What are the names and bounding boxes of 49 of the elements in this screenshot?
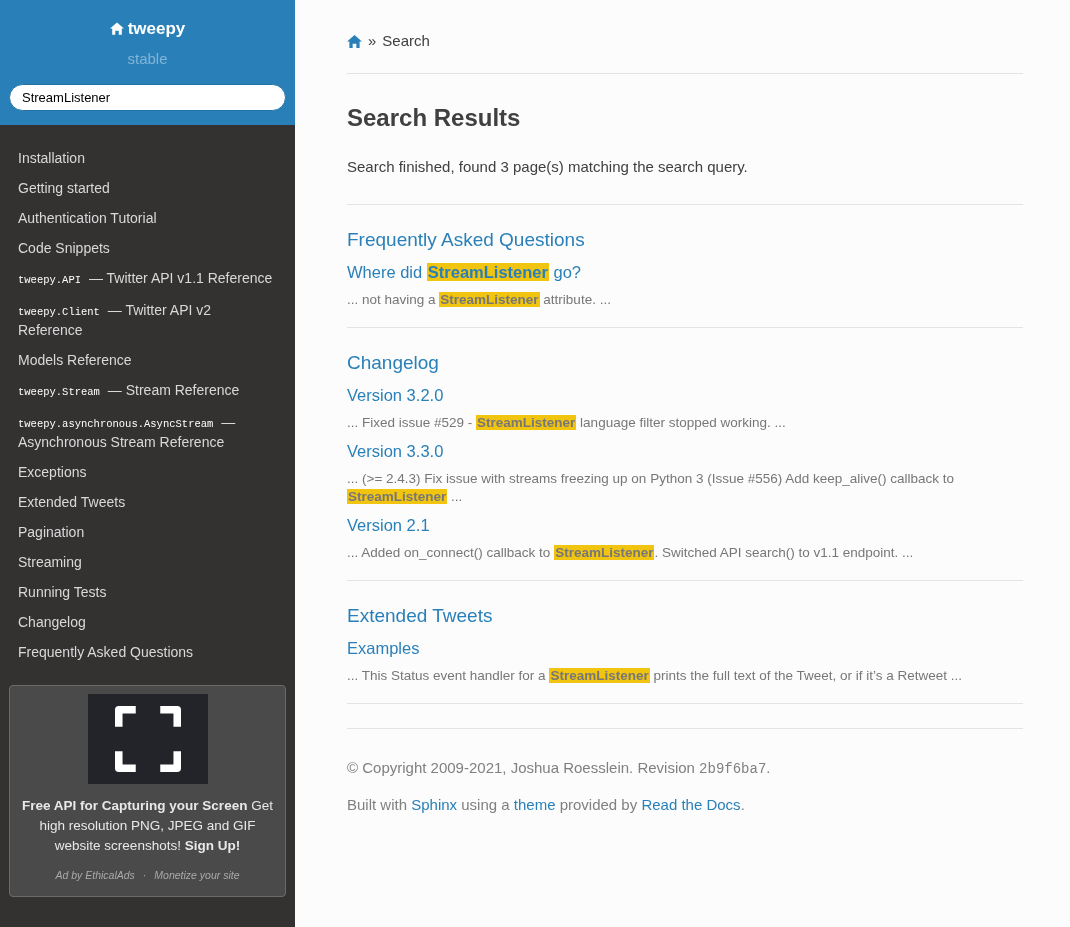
ad-attribution[interactable]: Ad by EthicalAds (55, 868, 135, 884)
nav-link[interactable]: Models Reference (18, 345, 277, 375)
result-snippet: ... Fixed issue #529 - StreamListener language filter stopped working. ... (347, 414, 787, 432)
nav-link[interactable]: Running Tests (18, 577, 277, 607)
nav-link[interactable]: tweepy.asynchronous.AsyncStream — Asynchronous Stream Reference (18, 407, 277, 457)
nav-link[interactable]: Changelog (18, 607, 277, 637)
screenshot-logo-icon[interactable] (87, 694, 208, 784)
search-field[interactable]: StreamListener (9, 84, 286, 111)
home-icon (109, 22, 124, 36)
home-icon (347, 34, 362, 48)
page-title: Search Results (347, 102, 522, 133)
nav-link[interactable]: tweepy.Stream — Stream Reference (18, 375, 277, 407)
footer-link[interactable]: theme (513, 796, 556, 813)
result-snippet: ... Added on_connect() callback to StreamListener. Switched API search() to v1.1 endpoint. ... (347, 544, 915, 562)
result-page-link[interactable]: Changelog (347, 350, 1023, 376)
nav-link[interactable]: tweepy.API — Twitter API v1.1 Reference (18, 263, 277, 295)
nav-link[interactable]: Frequently Asked Questions (18, 637, 277, 667)
footer-text: Built with Sphinx using a theme provided by Read the Docs. (347, 795, 746, 815)
breadcrumb-current: Search (382, 31, 430, 51)
nav-link[interactable]: Extended Tweets (18, 487, 277, 517)
nav-link[interactable]: Authentication Tutorial (18, 203, 277, 233)
result-section-link[interactable]: Version 3.2.0 (347, 384, 1023, 406)
separator-dot: · (142, 868, 147, 883)
result-snippet: ... not having a StreamListener attribute. ... (347, 291, 612, 309)
footer-link[interactable]: Read the Docs (641, 796, 741, 813)
result-snippet: ... This Status event handler for a StreamListener prints the full text of the Tweet, or if it’s a Retweet ... (347, 667, 964, 685)
breadcrumb-separator: » (368, 31, 377, 51)
result-section-link[interactable]: Version 3.3.0 (347, 440, 1023, 462)
result-snippet: ... (>= 2.4.3) Fix issue with streams freezing up on Python 3 (Issue #556) Add keep_alive() callback to StreamListener ... (347, 470, 956, 506)
footer-text: © Copyright 2009-2021, Joshua Roesslein. Revision 2b9f6ba7. (347, 758, 772, 779)
version-label: stable (127, 48, 168, 69)
result-page-link[interactable]: Frequently Asked Questions (347, 227, 1023, 253)
project-title[interactable]: tweepy (109, 16, 186, 42)
nav-link[interactable]: Installation (18, 143, 277, 173)
nav-link[interactable]: Pagination (18, 517, 277, 547)
result-section-link[interactable]: Version 2.1 (347, 514, 1023, 536)
home-link[interactable] (347, 34, 362, 48)
nav-link[interactable]: Getting started (18, 173, 277, 203)
result-section-link[interactable]: Examples (347, 637, 1023, 659)
result-page-link[interactable]: Extended Tweets (347, 603, 1023, 629)
result-section-link[interactable]: Where did StreamListener go? (347, 261, 1023, 283)
monetize-link[interactable]: Monetize your site (154, 868, 240, 884)
ad-text[interactable]: Free API for Capturing your Screen Get high resolution PNG, JPEG and GIF website screenshots! Sign Up! (18, 796, 277, 856)
footer-link[interactable]: Sphinx (411, 796, 458, 813)
nav-link[interactable]: tweepy.Client — Twitter API v2 Reference (18, 295, 277, 345)
nav-link[interactable]: Exceptions (18, 457, 277, 487)
search-summary: Search finished, found 3 page(s) matching the search query. (347, 155, 1023, 205)
nav-link[interactable]: Streaming (18, 547, 277, 577)
nav-link[interactable]: Code Snippets (18, 233, 277, 263)
